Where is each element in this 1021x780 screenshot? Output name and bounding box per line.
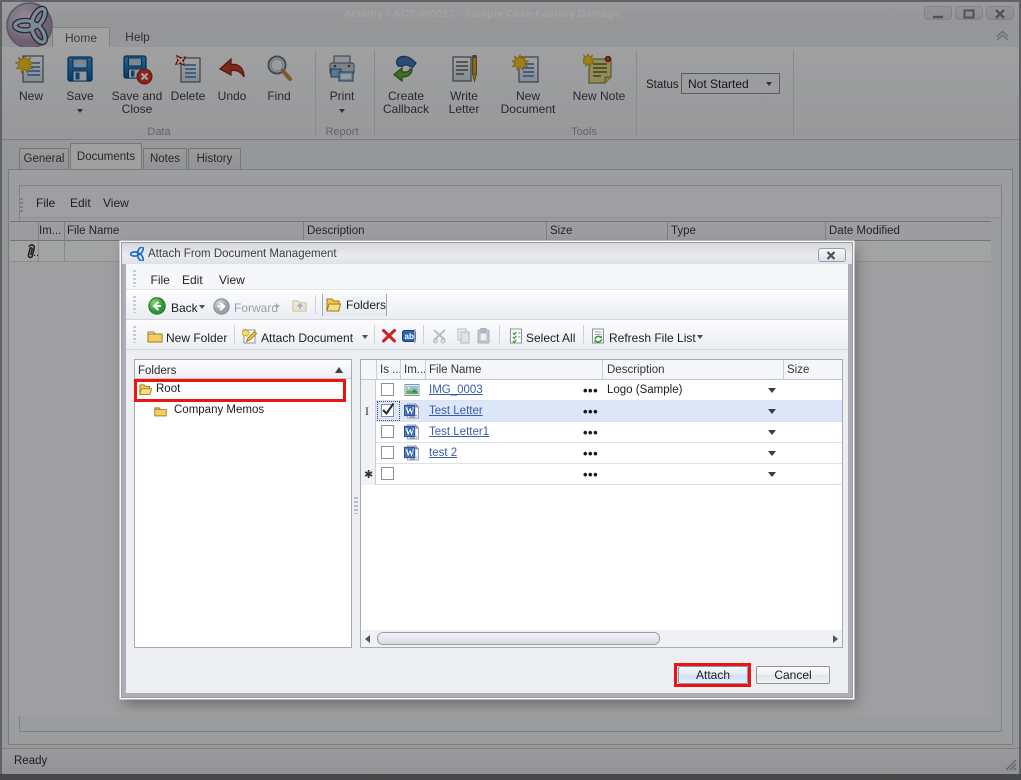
svg-text:ab: ab — [405, 332, 414, 341]
